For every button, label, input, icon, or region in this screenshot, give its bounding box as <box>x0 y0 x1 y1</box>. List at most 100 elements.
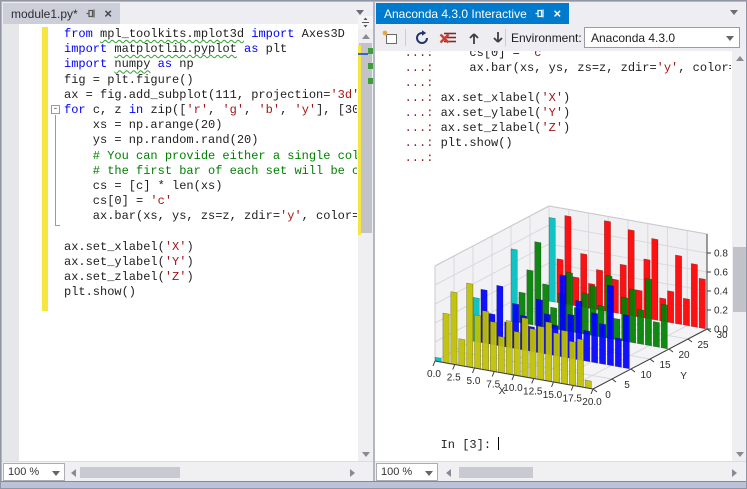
console-bottom-bar: 100 % <box>375 461 747 482</box>
scrollbar-thumb[interactable] <box>80 467 180 478</box>
console-line: ...: ax.set_zlabel('Z') <box>383 121 731 136</box>
scroll-down-button[interactable] <box>358 447 373 461</box>
scrollbar-thumb[interactable] <box>733 247 746 312</box>
code-line: cs = [c] * len(xs) <box>64 179 357 194</box>
scrollbar-caret-mark <box>358 53 368 55</box>
scrollbar-saved-mark <box>368 48 373 54</box>
console-line: ...: <box>383 151 731 166</box>
code-line: xs = np.arange(20) <box>64 118 357 133</box>
console-line: ...: plt.show() <box>383 136 731 151</box>
split-window-handle[interactable] <box>358 16 373 29</box>
svg-text:Y: Y <box>680 371 687 382</box>
tab-anaconda-interactive[interactable]: Anaconda 4.3.0 Interactive × <box>376 3 569 24</box>
code-line: # the first bar of each set will be colo… <box>64 164 357 179</box>
code-fold-end-tick <box>55 225 60 226</box>
toolbar-separator <box>405 29 406 46</box>
document-list-dropdown-icon[interactable] <box>356 10 364 15</box>
editor-zoom-value: 100 % <box>8 466 39 478</box>
tab-module1-label: module1.py* <box>11 7 78 21</box>
clear-screen-icon[interactable] <box>437 27 459 49</box>
scroll-right-button[interactable] <box>345 465 360 480</box>
pin-icon[interactable] <box>534 8 545 19</box>
svg-text:17.5: 17.5 <box>563 394 583 405</box>
window-bottom-edge <box>1 481 746 488</box>
console-line: ...: ax.set_ylabel('Y') <box>383 106 731 121</box>
console-zoom-combo[interactable]: 100 % <box>376 463 438 481</box>
console-horizontal-scrollbar[interactable] <box>455 465 725 480</box>
console-line: ...: <box>383 76 731 91</box>
close-icon[interactable]: × <box>552 8 563 19</box>
editor-horizontal-scrollbar[interactable] <box>80 465 344 480</box>
editor-bottom-bar: 100 % <box>2 461 373 482</box>
left-tabstrip: module1.py* × <box>2 2 373 24</box>
pin-icon[interactable] <box>85 8 96 19</box>
scrollbar-thumb[interactable] <box>459 467 533 478</box>
right-tabstrip: Anaconda 4.3.0 Interactive × <box>375 2 747 24</box>
svg-text:0.2: 0.2 <box>714 306 728 317</box>
reset-icon[interactable] <box>411 27 433 49</box>
scroll-left-button[interactable] <box>66 465 81 480</box>
svg-text:0.6: 0.6 <box>714 268 728 279</box>
editor-pane: module1.py* × - from mpl_toolkits.mplot3… <box>2 2 373 482</box>
scrollbar-change-marks <box>358 45 361 235</box>
svg-text:10.0: 10.0 <box>503 383 523 394</box>
repl-input-line[interactable]: In [3]: <box>383 422 499 461</box>
code-editor[interactable]: - from mpl_toolkits.mplot3d import Axes3… <box>2 24 373 461</box>
svg-text:20: 20 <box>678 350 690 361</box>
svg-text:15: 15 <box>659 360 671 371</box>
code-line: for c, z in zip(['r', 'g', 'b', 'y'], [3… <box>64 103 357 118</box>
toolbar-separator <box>505 29 506 46</box>
console-history: ...: cs[0] = 'c' ...: ax.bar(xs, ys, zs=… <box>383 51 731 166</box>
svg-text:0.0: 0.0 <box>427 369 441 380</box>
interactive-console[interactable]: ...: cs[0] = 'c' ...: ax.bar(xs, ys, zs=… <box>375 51 747 461</box>
change-tracking-bar <box>42 27 48 311</box>
chevron-down-icon <box>425 471 433 476</box>
code-line: ax.set_ylabel('Y') <box>64 255 357 270</box>
svg-text:0.8: 0.8 <box>714 249 728 260</box>
history-previous-icon[interactable] <box>463 27 485 49</box>
console-zoom-value: 100 % <box>381 466 412 478</box>
console-line: ...: cs[0] = 'c' <box>383 51 731 61</box>
svg-text:5: 5 <box>624 380 630 391</box>
code-line: fig = plt.figure() <box>64 73 357 88</box>
close-icon[interactable]: × <box>103 8 114 19</box>
editor-vertical-scrollbar[interactable] <box>358 16 373 461</box>
code-line: cs[0] = 'c' <box>64 194 357 209</box>
chevron-down-icon <box>52 471 60 476</box>
code-line: plt.show() <box>64 285 357 300</box>
svg-text:5.0: 5.0 <box>467 376 481 387</box>
code-line <box>64 224 357 239</box>
code-line: ax = fig.add_subplot(111, projection='3d… <box>64 88 357 103</box>
svg-text:2.5: 2.5 <box>447 373 461 384</box>
code-lines: from mpl_toolkits.mplot3d import Axes3Di… <box>64 27 357 300</box>
environment-value: Anaconda 4.3.0 <box>591 31 675 45</box>
svg-text:0.4: 0.4 <box>714 287 728 298</box>
text-caret <box>498 437 499 450</box>
scrollbar-saved-mark <box>368 63 373 69</box>
scroll-up-button[interactable] <box>732 51 747 65</box>
scroll-left-button[interactable] <box>441 465 456 480</box>
code-line: # You can provide either a single color … <box>64 149 357 164</box>
tab-module1[interactable]: module1.py* × <box>3 3 120 24</box>
svg-text:X: X <box>499 386 506 397</box>
repl-prompt: In [3]: <box>441 438 499 452</box>
console-vertical-scrollbar[interactable] <box>732 51 747 461</box>
environment-combobox[interactable]: Anaconda 4.3.0 <box>584 27 740 48</box>
document-list-dropdown-icon[interactable] <box>730 10 738 15</box>
breakpoint-margin[interactable] <box>2 24 19 461</box>
code-fold-line <box>55 115 56 225</box>
console-line: ...: ax.set_xlabel('X') <box>383 91 731 106</box>
editor-zoom-combo[interactable]: 100 % <box>3 463 65 481</box>
scroll-right-button[interactable] <box>727 465 742 480</box>
svg-text:15.0: 15.0 <box>543 390 563 401</box>
scroll-up-button[interactable] <box>358 29 373 43</box>
chevron-down-icon <box>726 36 734 41</box>
code-fold-collapse-icon[interactable]: - <box>51 105 60 114</box>
scrollbar-saved-mark <box>368 78 373 84</box>
new-interactive-window-icon[interactable] <box>379 27 401 49</box>
scroll-down-button[interactable] <box>732 447 747 461</box>
code-line: import matplotlib.pyplot as plt <box>64 42 357 57</box>
code-line: ax.set_zlabel('Z') <box>64 270 357 285</box>
svg-text:10: 10 <box>640 370 652 381</box>
interactive-toolbar: Environment: Anaconda 4.3.0 <box>375 24 747 51</box>
